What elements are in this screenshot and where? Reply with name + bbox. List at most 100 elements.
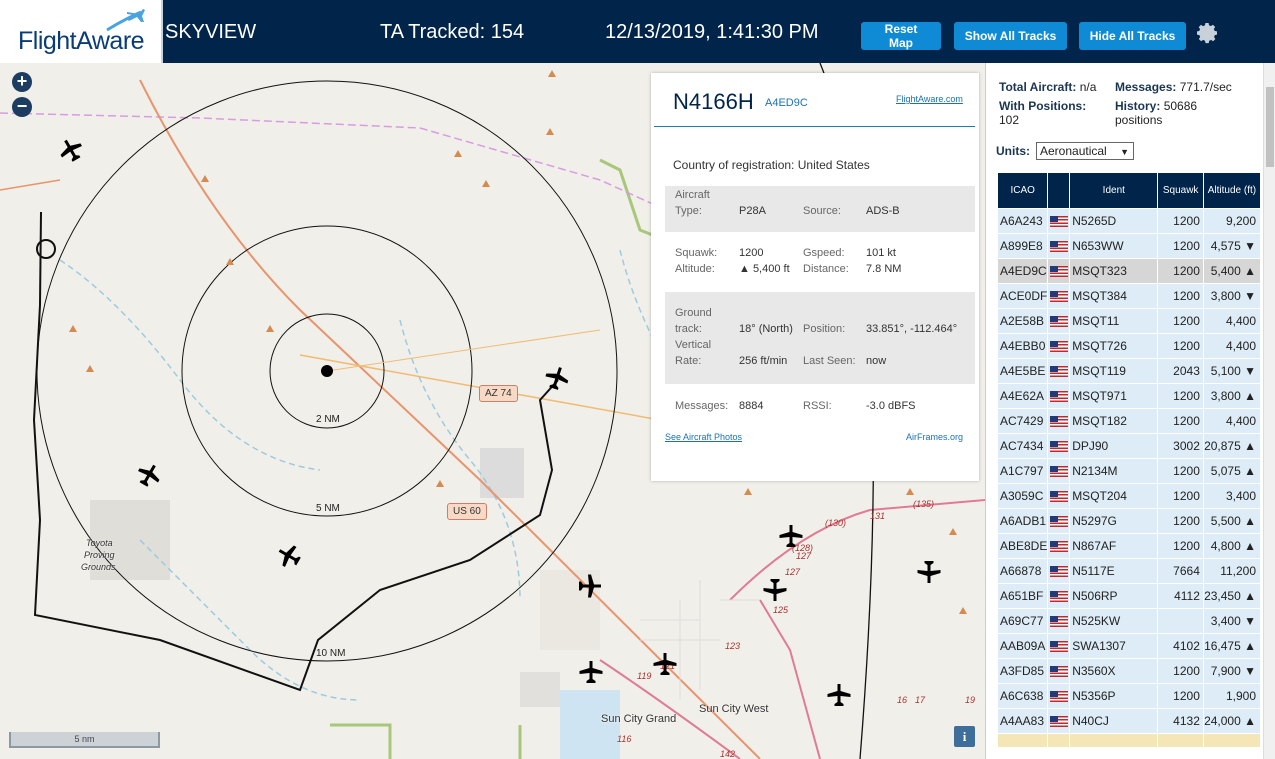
us-flag-icon — [1049, 366, 1068, 378]
col-altitude[interactable]: Altitude (ft) — [1202, 172, 1262, 209]
selected-aircraft-icon[interactable] — [544, 365, 570, 391]
table-row[interactable]: AAB09A SWA1307 4102 16,475 ▲ — [996, 633, 1262, 659]
table-row[interactable]: A3059C MSQT204 1200 3,400 — [996, 483, 1262, 509]
flightaware-logo[interactable]: FlightAware — [0, 0, 163, 63]
row-icao: A4ED9C — [996, 258, 1049, 284]
history: History: 50686 positions — [1115, 99, 1197, 127]
with-positions: With Positions: 102 — [999, 99, 1086, 127]
aircraft-type-block: Aircraft Type: P28A Source: ADS-B — [665, 186, 975, 232]
row-squawk: 4132 — [1157, 708, 1204, 734]
aircraft-table: ICAO Ident Squawk Altitude (ft) A6A243 N5… — [996, 172, 1262, 748]
history-unit: positions — [1115, 113, 1163, 127]
zoom-out-button[interactable]: − — [12, 97, 32, 117]
aircraft-icon[interactable] — [58, 137, 84, 163]
table-row[interactable]: A651BF N506RP 4112 23,450 ▲ — [996, 583, 1262, 609]
table-row[interactable]: A1C797 N2134M 1200 5,075 ▲ — [996, 458, 1262, 484]
row-ident: N5117E — [1069, 558, 1159, 584]
us-flag-icon — [1049, 416, 1068, 428]
us-flag-icon — [1049, 216, 1068, 228]
col-icao[interactable]: ICAO — [996, 172, 1049, 209]
aircraft-type-value: P28A — [739, 205, 766, 217]
table-row[interactable]: ACE0DF MSQT384 1200 3,800 ▼ — [996, 283, 1262, 309]
table-row[interactable]: A3FD85 N3560X 1200 7,900 ▼ — [996, 658, 1262, 684]
with-positions-label: With Positions: — [999, 99, 1087, 113]
table-row[interactable]: A6A243 N5265D 1200 9,200 — [996, 208, 1262, 234]
reset-map-button[interactable]: Reset Map — [861, 22, 941, 50]
road-number: 19 — [965, 695, 976, 705]
table-row[interactable]: A4E62A MSQT971 1200 3,800 ▲ — [996, 383, 1262, 409]
row-flag — [1047, 508, 1071, 534]
table-row[interactable]: A2E58B MSQT11 1200 4,400 — [996, 308, 1262, 334]
aircraft-icon[interactable] — [136, 462, 162, 488]
table-row[interactable]: A4ED9C MSQT323 1200 5,400 ▲ — [996, 258, 1262, 284]
aircraft-icon[interactable] — [652, 651, 678, 677]
table-row[interactable]: A4AA83 N40CJ 4132 24,000 ▲ — [996, 708, 1262, 734]
table-row[interactable]: AC7434 DPJ90 3002 20,875 ▲ — [996, 433, 1262, 459]
table-row[interactable]: A66878 N5117E 7664 11,200 — [996, 558, 1262, 584]
table-row[interactable]: A899E8 N653WW 1200 4,575 ▼ — [996, 233, 1262, 259]
row-icao: ACE0DF — [996, 283, 1049, 309]
row-squawk: 1200 — [1157, 383, 1204, 409]
table-row[interactable]: A4E5BE MSQT119 2043 5,100 ▼ — [996, 358, 1262, 384]
aircraft-icon[interactable] — [762, 577, 788, 603]
airframes-link[interactable]: AirFrames.org — [906, 432, 963, 442]
row-squawk: 1200 — [1157, 333, 1204, 359]
aircraft-icon[interactable] — [276, 543, 302, 569]
aircraft-icon[interactable] — [578, 659, 604, 685]
us-flag-icon — [1049, 541, 1068, 553]
table-row[interactable]: ABE8DE N867AF 1200 4,800 ▲ — [996, 533, 1262, 559]
table-row[interactable]: AC7429 MSQT182 1200 4,400 — [996, 408, 1262, 434]
table-row[interactable]: A6ADB1 N5297G 1200 5,500 ▲ — [996, 508, 1262, 534]
vertical-rate-label: Vertical — [675, 339, 712, 351]
source-value: ADS-B — [866, 205, 900, 217]
aircraft-icon[interactable] — [577, 573, 603, 599]
row-icao: A651BF — [996, 583, 1049, 609]
us-flag-icon — [1049, 441, 1068, 453]
aircraft-photos-link[interactable]: See Aircraft Photos — [665, 432, 742, 442]
hide-all-tracks-button[interactable]: Hide All Tracks — [1079, 22, 1186, 50]
row-flag — [1047, 358, 1071, 384]
row-ident: N5265D — [1069, 208, 1159, 234]
row-ident: SWA1307 — [1069, 633, 1159, 659]
show-all-tracks-button[interactable]: Show All Tracks — [954, 22, 1067, 50]
place-label-toyota: Toyota — [86, 538, 113, 548]
distance-label: Distance: — [803, 263, 849, 275]
row-squawk: 7664 — [1157, 558, 1204, 584]
col-squawk[interactable]: Squawk — [1157, 172, 1204, 209]
zoom-in-button[interactable]: + — [12, 72, 32, 92]
row-flag — [1047, 208, 1071, 234]
road-shield-az74: AZ 74 — [479, 385, 518, 402]
row-icao: A3059C — [996, 483, 1049, 509]
units-select[interactable]: Aeronautical — [1036, 142, 1134, 160]
row-ident: MSQT323 — [1069, 258, 1159, 284]
info-button[interactable]: i — [954, 726, 975, 747]
aircraft-icon[interactable] — [916, 559, 942, 585]
total-aircraft-value: n/a — [1079, 80, 1097, 94]
table-row[interactable]: A6C638 N5356P 1200 1,900 — [996, 683, 1262, 709]
aircraft-icon[interactable] — [778, 523, 804, 549]
row-ident: MSQT11 — [1069, 308, 1159, 334]
aircraft-icon[interactable] — [826, 682, 852, 708]
col-flag[interactable] — [1047, 172, 1071, 209]
scrollbar-thumb[interactable] — [1266, 87, 1274, 167]
history-label: History: — [1115, 99, 1161, 113]
ground-track-label: Ground — [675, 307, 712, 319]
row-altitude: 4,400 — [1202, 408, 1262, 434]
row-altitude: 5,100 ▼ — [1202, 358, 1262, 384]
history-value: 50686 — [1163, 99, 1198, 113]
col-ident[interactable]: Ident — [1069, 172, 1159, 209]
table-row[interactable] — [996, 733, 1262, 748]
row-squawk: 1200 — [1157, 208, 1204, 234]
row-squawk: 4102 — [1157, 633, 1204, 659]
row-ident: N867AF — [1069, 533, 1159, 559]
table-row[interactable]: A4EBB0 MSQT726 1200 4,400 — [996, 333, 1262, 359]
row-icao: A3FD85 — [996, 658, 1049, 684]
gear-icon[interactable] — [1196, 21, 1220, 45]
scrollbar[interactable] — [1263, 63, 1275, 759]
row-altitude: 5,400 ▲ — [1202, 258, 1262, 284]
row-altitude: 3,400 ▼ — [1202, 608, 1262, 634]
flightaware-link[interactable]: FlightAware.com — [896, 94, 963, 104]
row-squawk: 4112 — [1157, 583, 1204, 609]
row-flag — [1047, 408, 1071, 434]
table-row[interactable]: A69C77 N525KW 3,400 ▼ — [996, 608, 1262, 634]
